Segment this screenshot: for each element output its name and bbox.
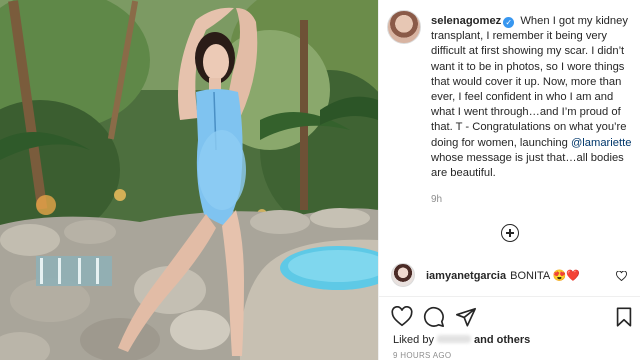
caption-timestamp: 9h	[431, 194, 443, 205]
commenter-username[interactable]: iamyanetgarcia	[426, 270, 506, 282]
like-button[interactable]	[391, 306, 413, 328]
share-button[interactable]	[455, 306, 477, 328]
comment-like-heart-icon[interactable]	[616, 271, 627, 281]
verified-badge-icon: ✓	[503, 17, 515, 28]
caption-text-tail: whose message is just that…all bodies ar…	[431, 151, 624, 180]
comment-item: iamyanetgarcia BONITA 😍❤️	[391, 263, 637, 289]
post-actions	[391, 306, 635, 328]
comment-text-line: iamyanetgarcia BONITA 😍❤️	[426, 269, 580, 282]
caption-mention-link[interactable]: @lamariette	[571, 137, 631, 149]
liked-by-user-redacted[interactable]	[436, 335, 471, 343]
divider	[379, 296, 640, 297]
photo-illustration	[0, 0, 378, 360]
save-button[interactable]	[613, 306, 635, 328]
post-details-panel: selenagomez ✓ When I got my kidney transp…	[378, 0, 640, 360]
heart-icon	[391, 306, 413, 327]
comment-button[interactable]	[423, 306, 445, 328]
likes-others-link[interactable]: and others	[474, 334, 530, 346]
bookmark-icon	[616, 307, 632, 327]
author-avatar[interactable]	[387, 10, 421, 44]
plus-circle-icon[interactable]	[501, 224, 519, 242]
comment-emojis: 😍❤️	[552, 270, 581, 282]
paper-plane-icon	[456, 307, 476, 327]
comment-body: BONITA	[510, 270, 550, 282]
caption-text: When I got my kidney transplant, I remem…	[431, 15, 628, 149]
comment-icon	[423, 306, 444, 327]
likes-prefix: Liked by	[393, 334, 434, 346]
commenter-avatar[interactable]	[391, 263, 415, 287]
likes-summary: Liked by and others	[393, 334, 530, 346]
post-photo[interactable]	[0, 0, 378, 360]
post-time-ago: 9 HOURS AGO	[393, 351, 452, 360]
author-username[interactable]: selenagomez	[431, 15, 501, 27]
caption: selenagomez ✓ When I got my kidney transp…	[431, 14, 636, 181]
